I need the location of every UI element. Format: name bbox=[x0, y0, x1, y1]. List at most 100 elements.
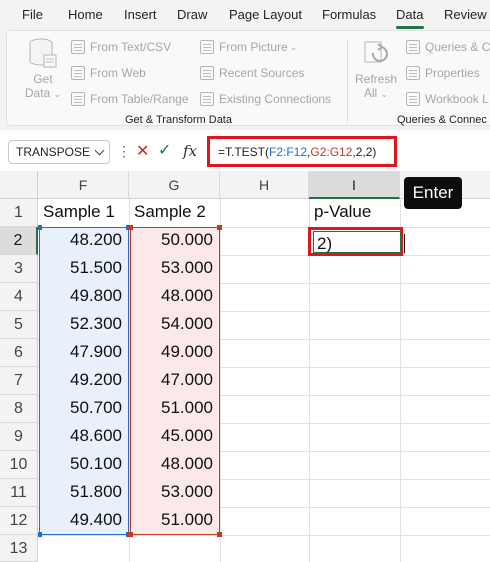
row-header[interactable]: 10 bbox=[0, 451, 38, 479]
cell-f8[interactable]: 50.700 bbox=[38, 398, 129, 418]
name-box[interactable]: TRANSPOSE bbox=[8, 140, 110, 164]
from-picture-button[interactable]: From Picture ⌄ bbox=[200, 40, 297, 54]
cell-g6[interactable]: 49.000 bbox=[129, 342, 220, 362]
cancel-icon[interactable]: ✕ bbox=[136, 144, 149, 160]
row-header[interactable]: 5 bbox=[0, 311, 38, 339]
workbook-links-button[interactable]: Workbook L bbox=[406, 92, 489, 106]
picture-icon bbox=[200, 40, 214, 54]
ribbon: Get Data ⌄ From Text/CSV From Web From T… bbox=[0, 30, 490, 130]
recent-sources-button[interactable]: Recent Sources bbox=[200, 66, 304, 80]
row-header[interactable]: 8 bbox=[0, 395, 38, 423]
cell-f4[interactable]: 49.800 bbox=[38, 286, 129, 306]
tab-formulas[interactable]: Formulas bbox=[322, 7, 376, 22]
from-web-button[interactable]: From Web bbox=[71, 66, 146, 80]
cell-f2[interactable]: 48.200 bbox=[38, 230, 129, 250]
refresh-all-button[interactable]: Refresh All ⌄ bbox=[353, 39, 399, 101]
row-header[interactable]: 13 bbox=[0, 535, 38, 562]
cell-f7[interactable]: 49.200 bbox=[38, 370, 129, 390]
range-handle[interactable] bbox=[217, 532, 222, 537]
formula-ref-g: G2:G12 bbox=[310, 145, 353, 159]
select-all-corner[interactable] bbox=[0, 171, 38, 199]
properties-button[interactable]: Properties bbox=[406, 66, 480, 80]
cell-g4[interactable]: 48.000 bbox=[129, 286, 220, 306]
cell-g8[interactable]: 51.000 bbox=[129, 398, 220, 418]
cell-g11[interactable]: 53.000 bbox=[129, 482, 220, 502]
from-text-csv-button[interactable]: From Text/CSV bbox=[71, 40, 171, 54]
cell-f9[interactable]: 48.600 bbox=[38, 426, 129, 446]
enter-key-badge: Enter bbox=[404, 177, 462, 209]
tab-draw[interactable]: Draw bbox=[177, 7, 207, 22]
name-box-value: TRANSPOSE bbox=[16, 145, 91, 159]
range-handle[interactable] bbox=[128, 532, 133, 537]
check-icon[interactable]: ✓ bbox=[158, 143, 171, 159]
tab-review[interactable]: Review bbox=[444, 7, 487, 22]
row-header[interactable]: 1 bbox=[0, 199, 38, 227]
web-icon bbox=[71, 66, 85, 80]
queries-icon bbox=[406, 40, 420, 54]
row-header[interactable]: 12 bbox=[0, 507, 38, 535]
cell-i1[interactable]: p-Value bbox=[309, 202, 400, 222]
cell-f5[interactable]: 52.300 bbox=[38, 314, 129, 334]
recent-sources-icon bbox=[200, 66, 214, 80]
gridline bbox=[38, 535, 490, 536]
queries-connections-button[interactable]: Queries & C bbox=[406, 40, 490, 54]
cell-g5[interactable]: 54.000 bbox=[129, 314, 220, 334]
spreadsheet-grid[interactable]: F G H I 1 2 3 4 5 6 7 8 9 10 11 12 13 Sa… bbox=[0, 171, 490, 562]
get-data-label-2: Data ⌄ bbox=[24, 86, 62, 100]
more-options-icon[interactable]: ⋮ bbox=[117, 143, 131, 160]
formula-input[interactable]: =T.TEST(F2:F12,G2:G12,2,2) bbox=[207, 136, 397, 167]
tab-home[interactable]: Home bbox=[68, 7, 103, 22]
ribbon-panel: Get Data ⌄ From Text/CSV From Web From T… bbox=[6, 30, 490, 126]
cell-f3[interactable]: 51.500 bbox=[38, 258, 129, 278]
row-header[interactable]: 2 bbox=[0, 227, 38, 255]
row-header[interactable]: 4 bbox=[0, 283, 38, 311]
row-header[interactable]: 9 bbox=[0, 423, 38, 451]
row-header[interactable]: 7 bbox=[0, 367, 38, 395]
cell-g12[interactable]: 51.000 bbox=[129, 510, 220, 530]
cell-f10[interactable]: 50.100 bbox=[38, 454, 129, 474]
cell-g3[interactable]: 53.000 bbox=[129, 258, 220, 278]
cell-f11[interactable]: 51.800 bbox=[38, 482, 129, 502]
cell-i2-text: 2) bbox=[317, 234, 333, 253]
connections-icon bbox=[200, 92, 214, 106]
database-icon bbox=[29, 38, 57, 68]
row-header[interactable]: 6 bbox=[0, 339, 38, 367]
workbook-links-icon bbox=[406, 92, 420, 106]
existing-connections-button[interactable]: Existing Connections bbox=[200, 92, 331, 106]
tab-data[interactable]: Data bbox=[396, 7, 423, 22]
cell-edit-box[interactable]: 2) bbox=[313, 231, 405, 253]
cell-f1[interactable]: Sample 1 bbox=[38, 202, 129, 222]
tab-insert[interactable]: Insert bbox=[124, 7, 157, 22]
active-tab-indicator bbox=[396, 26, 424, 29]
get-data-label-1: Get bbox=[33, 72, 53, 86]
group-label-queries: Queries & Connec bbox=[397, 114, 487, 126]
ribbon-separator bbox=[347, 39, 348, 123]
insert-function-icon[interactable]: fx bbox=[183, 142, 197, 160]
cell-g7[interactable]: 47.000 bbox=[129, 370, 220, 390]
cell-f6[interactable]: 47.900 bbox=[38, 342, 129, 362]
group-label-get-transform: Get & Transform Data bbox=[125, 114, 232, 126]
column-header-h[interactable]: H bbox=[220, 171, 309, 199]
menu-bar: File Home Insert Draw Page Layout Formul… bbox=[0, 0, 490, 30]
tab-page-layout[interactable]: Page Layout bbox=[229, 7, 302, 22]
refresh-icon bbox=[364, 41, 388, 63]
active-cell-i2[interactable]: 2) bbox=[308, 227, 405, 256]
row-header[interactable]: 11 bbox=[0, 479, 38, 507]
cell-f12[interactable]: 49.400 bbox=[38, 510, 129, 530]
column-header-g[interactable]: G bbox=[129, 171, 220, 199]
row-header[interactable]: 3 bbox=[0, 255, 38, 283]
text-cursor bbox=[404, 234, 405, 253]
column-header-f[interactable]: F bbox=[38, 171, 129, 199]
text-file-icon bbox=[71, 40, 85, 54]
refresh-label-2: All ⌄ bbox=[363, 86, 389, 100]
cell-g2[interactable]: 50.000 bbox=[129, 230, 220, 250]
tab-file[interactable]: File bbox=[22, 7, 43, 22]
cell-g10[interactable]: 48.000 bbox=[129, 454, 220, 474]
from-table-range-button[interactable]: From Table/Range bbox=[71, 92, 189, 106]
get-data-button[interactable]: Get Data ⌄ bbox=[23, 37, 63, 101]
chevron-down-icon bbox=[94, 145, 105, 156]
formula-bar: TRANSPOSE ⋮ ✕ ✓ fx =T.TEST(F2:F12,G2:G12… bbox=[0, 133, 490, 169]
cell-g1[interactable]: Sample 2 bbox=[129, 202, 220, 222]
cell-g9[interactable]: 45.000 bbox=[129, 426, 220, 446]
column-header-i[interactable]: I bbox=[309, 171, 400, 199]
